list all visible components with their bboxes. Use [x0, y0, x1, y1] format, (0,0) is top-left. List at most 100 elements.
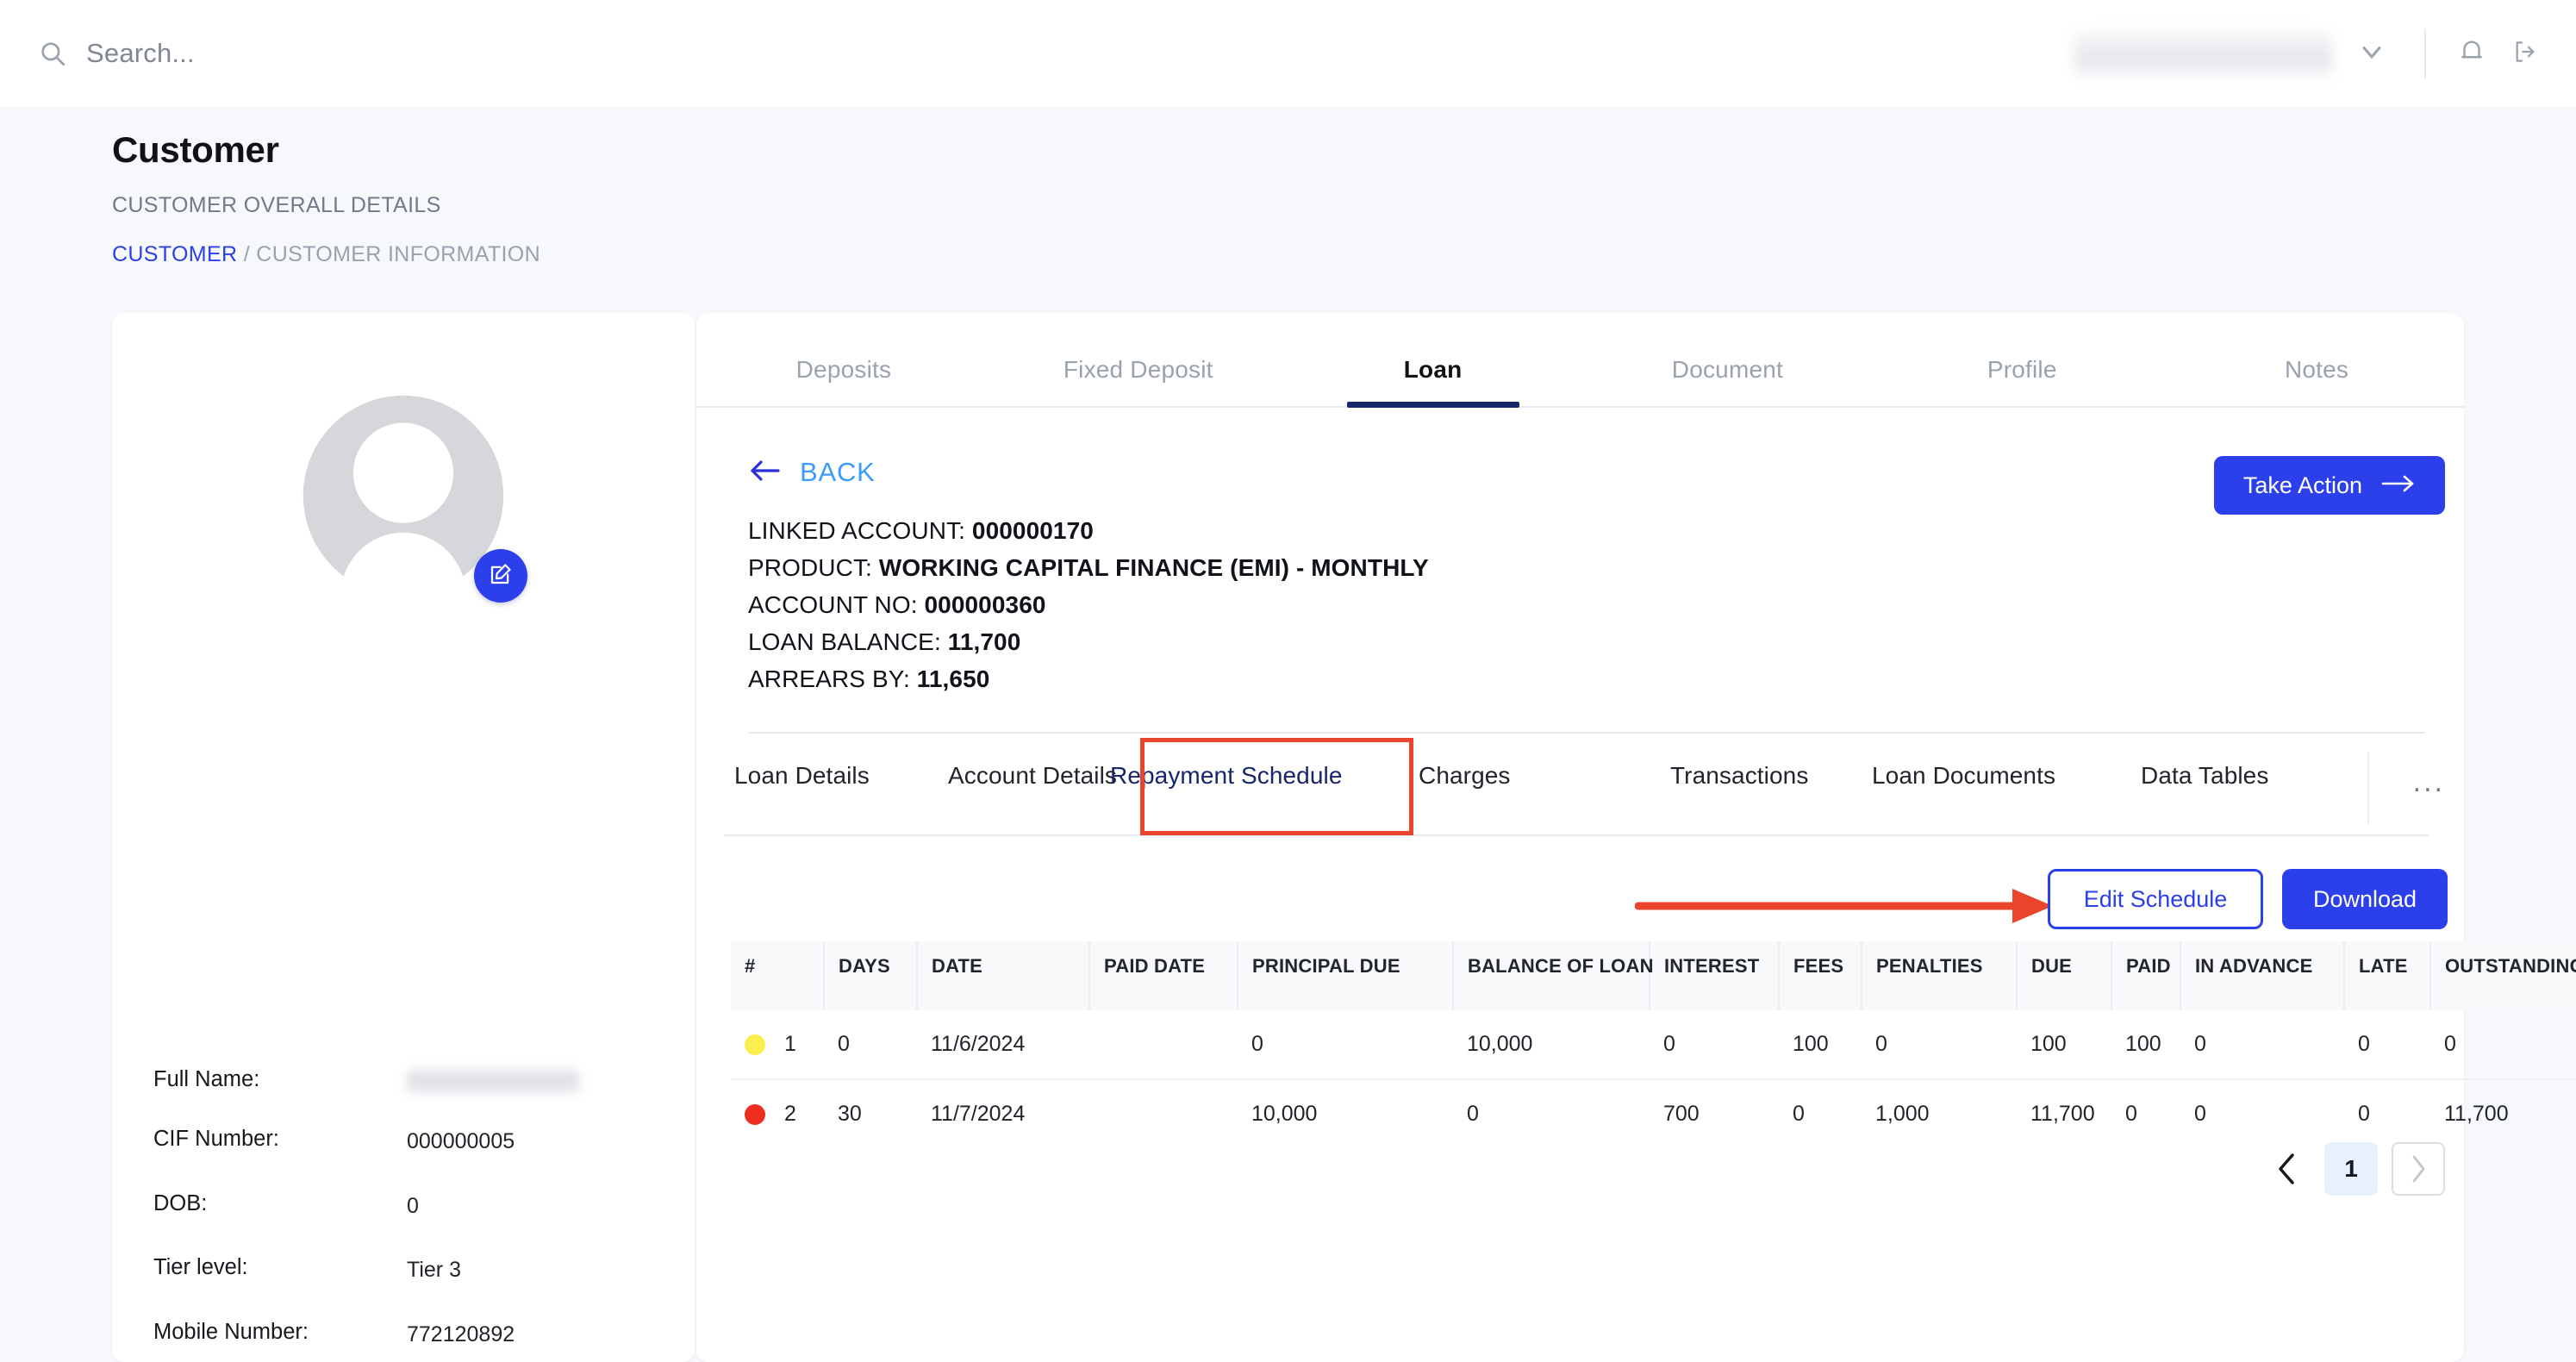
toolbar-divider	[2424, 28, 2426, 78]
table-row[interactable]: 1 0 11/6/2024 0 10,000 0 100 0 100 100 0 0 0	[731, 1010, 2576, 1079]
table-cell-num: 1	[731, 1010, 824, 1079]
table-column-header: INTEREST	[1650, 941, 1780, 1010]
edit-avatar-button[interactable]	[474, 549, 527, 603]
download-button[interactable]: Download	[2282, 869, 2448, 929]
top-bar	[0, 0, 2576, 107]
table-column-header: #	[731, 941, 825, 1010]
table-column-header-label: #	[745, 955, 756, 977]
loan-summary-label: LINKED ACCOUNT:	[748, 517, 972, 544]
table-column-header: PAID DATE	[1089, 941, 1238, 1010]
customer-main-card: Deposits Fixed Deposit Loan Document Profile…	[696, 313, 2464, 1362]
customer-detail-label: Tier level:	[153, 1255, 248, 1279]
customer-detail-value	[407, 1067, 579, 1093]
arrow-right-icon	[2381, 472, 2416, 499]
page-title: Customer	[112, 129, 279, 170]
take-action-button[interactable]: Take Action	[2213, 456, 2445, 515]
subtab-loan-details[interactable]: Loan Details	[734, 762, 870, 790]
subtab-charges[interactable]: Charges	[1419, 762, 1511, 790]
table-column-header-label: BALANCE OF LOAN	[1468, 955, 1654, 977]
loan-summary-label: LOAN BALANCE:	[748, 628, 948, 655]
customer-detail-value: 000000005	[407, 1129, 515, 1153]
customer-detail-value: Tier 3	[407, 1258, 461, 1282]
take-action-label: Take Action	[2242, 472, 2362, 498]
customer-detail-row: Mobile Number: 772120892	[131, 1320, 676, 1351]
main-tab-bar: Deposits Fixed Deposit Loan Document Profile…	[696, 313, 2464, 408]
table-column-header-label: PAID DATE	[1104, 955, 1206, 977]
table-column-header: LATE	[2344, 941, 2431, 1010]
customer-detail-value: 0	[407, 1193, 419, 1218]
customer-detail-row: DOB: 0	[131, 1191, 676, 1222]
status-dot	[745, 1103, 765, 1125]
table-cell-outstanding: 11,700	[2430, 1078, 2576, 1148]
table-header-row: # DAYS DATE PAID DATE PRINCIPAL DUE BALANCE O…	[731, 941, 2576, 1010]
customer-detail-value: 772120892	[407, 1321, 515, 1346]
subtab-transactions[interactable]: Transactions	[1670, 762, 1808, 790]
breadcrumb-root-link[interactable]: CUSTOMER	[112, 242, 237, 266]
subtab-account-details[interactable]: Account Details	[948, 762, 1117, 790]
table-cell-interest: 700	[1650, 1078, 1779, 1148]
customer-detail-row: Tier level: Tier 3	[131, 1255, 676, 1286]
loan-summary-value: 000000360	[924, 591, 1046, 618]
subtab-loan-documents[interactable]: Loan Documents	[1872, 762, 2055, 790]
table-column-header: DUE	[2017, 941, 2112, 1010]
table-column-header-label: PAID	[2126, 955, 2171, 977]
table-column-header-label: PENALTIES	[1876, 955, 1983, 977]
summary-divider	[748, 732, 2425, 734]
table-cell-date: 11/7/2024	[917, 1078, 1089, 1148]
loan-summary-label: PRODUCT:	[748, 554, 879, 581]
subtab-repayment-schedule[interactable]: Repayment Schedule	[1110, 762, 1343, 790]
table-row[interactable]: 2 30 11/7/2024 10,000 0 700 0 1,000 11,700 0 0 0 11,…	[731, 1078, 2576, 1148]
table-cell-in-advance: 0	[2194, 1032, 2206, 1056]
table-cell-interest: 0	[1663, 1032, 1675, 1056]
tab-notes[interactable]: Notes	[2169, 356, 2464, 406]
subtab-data-tables[interactable]: Data Tables	[2141, 762, 2268, 790]
table-cell-num: 2	[731, 1078, 824, 1148]
table-cell-days: 0	[838, 1032, 850, 1056]
table-cell-paid-date	[1089, 1010, 1238, 1079]
edit-schedule-button[interactable]: Edit Schedule	[2048, 869, 2263, 929]
loan-sub-tab-bar: Loan Details Account Details Repayment Sch…	[734, 759, 2425, 793]
customer-detail-label: DOB:	[153, 1190, 208, 1215]
table-column-header: BALANCE OF LOAN	[1453, 941, 1654, 1010]
table-cell-late: 0	[2358, 1032, 2370, 1056]
loan-summary-row: LINKED ACCOUNT: 000000170	[748, 517, 1429, 545]
table-cell-days: 30	[824, 1078, 917, 1148]
table-cell-paid: 100	[2125, 1032, 2161, 1056]
loan-summary-row: ACCOUNT NO: 000000360	[748, 591, 1429, 619]
search-input[interactable]	[86, 38, 621, 69]
customer-details-list: Full Name: CIF Number: 000000005 DOB: 0 Tier …	[112, 1067, 695, 1362]
pagination-prev-button[interactable]	[2264, 1146, 2311, 1192]
chevron-down-icon	[2356, 36, 2387, 72]
table-cell-balance-of-loan: 10,000	[1467, 1032, 1533, 1056]
table-cell-fees: 0	[1779, 1078, 1862, 1148]
pagination-page-1[interactable]: 1	[2324, 1142, 2378, 1196]
loan-summary-row: LOAN BALANCE: 11,700	[748, 628, 1429, 656]
table-column-header: DAYS	[824, 941, 918, 1010]
profile-menu-toggle[interactable]	[2342, 36, 2402, 72]
table-column-header-label: IN ADVANCE	[2195, 955, 2313, 977]
table-cell-due: 100	[2030, 1032, 2067, 1056]
table-cell-penalties: 1,000	[1862, 1078, 2017, 1148]
sub-tabs-overflow-button[interactable]: ...	[2413, 765, 2445, 799]
customer-detail-label: Full Name:	[153, 1067, 260, 1091]
tab-loan[interactable]: Loan	[1286, 356, 1581, 406]
tab-profile[interactable]: Profile	[1874, 356, 2169, 406]
table-column-header: PRINCIPAL DUE	[1238, 941, 1454, 1010]
customer-detail-label: CIF Number:	[153, 1127, 279, 1151]
status-dot	[745, 1034, 765, 1055]
loan-summary-value: 11,650	[916, 665, 990, 692]
tab-document[interactable]: Document	[1580, 356, 1874, 406]
notifications-button[interactable]	[2448, 30, 2495, 77]
search-container[interactable]	[38, 38, 621, 69]
tab-fixed-deposit[interactable]: Fixed Deposit	[991, 356, 1286, 406]
pagination-next-button[interactable]	[2392, 1142, 2445, 1196]
customer-detail-row: Full Name:	[131, 1067, 676, 1093]
loan-summary-row: PRODUCT: WORKING CAPITAL FINANCE (EMI) -…	[748, 554, 1429, 582]
table-cell-due: 11,700	[2017, 1078, 2111, 1148]
table-column-header: OUTSTANDING	[2430, 941, 2576, 1010]
table-column-header-label: DAYS	[839, 955, 890, 977]
bell-icon	[2457, 37, 2486, 71]
tab-deposits[interactable]: Deposits	[696, 356, 991, 406]
back-button[interactable]: BACK	[748, 457, 876, 488]
logout-button[interactable]	[2502, 30, 2548, 77]
